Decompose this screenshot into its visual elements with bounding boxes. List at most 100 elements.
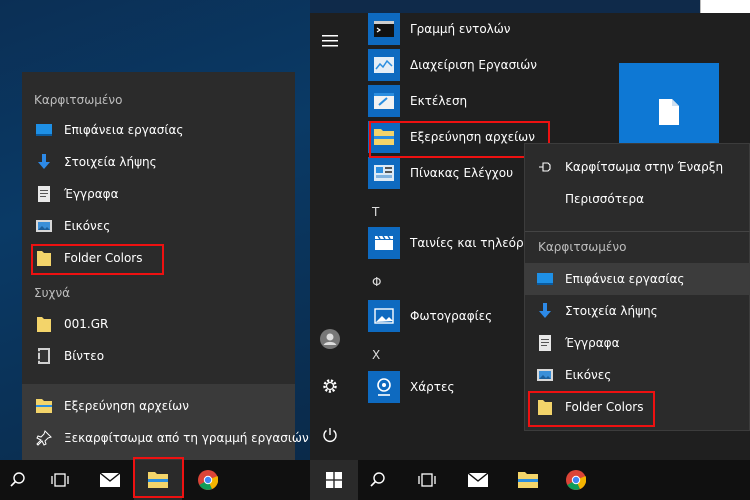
app-label: Χάρτες bbox=[410, 380, 455, 394]
highlight-box bbox=[31, 244, 164, 275]
user-button[interactable] bbox=[318, 328, 342, 352]
jump-item-001gr[interactable]: 001.GR bbox=[22, 308, 295, 340]
power-button[interactable] bbox=[318, 424, 342, 448]
menu-item-label: Επιφάνεια εργασίας bbox=[565, 272, 685, 286]
jump-item-label: Εικόνες bbox=[64, 219, 111, 233]
menu-more[interactable]: Περισσότερα bbox=[525, 183, 750, 215]
document-icon bbox=[36, 186, 52, 202]
jump-item-documents[interactable]: Έγγραφα bbox=[22, 178, 295, 210]
windows-logo-icon bbox=[326, 472, 342, 488]
app-task-manager[interactable]: Διαχείριση Εργασιών bbox=[368, 47, 537, 83]
control-panel-icon bbox=[368, 157, 400, 189]
taskbar bbox=[310, 460, 750, 500]
app-photos[interactable]: Φωτογραφίες bbox=[368, 298, 492, 334]
folder-icon bbox=[36, 316, 52, 332]
hamburger-icon bbox=[322, 34, 338, 50]
chrome-button[interactable] bbox=[184, 460, 232, 500]
document-icon bbox=[537, 335, 553, 351]
menu-item-label: Περισσότερα bbox=[565, 192, 644, 206]
menu-item-label: Εικόνες bbox=[565, 368, 612, 382]
context-menu: Καρφίτσωμα στην Έναρξη Περισσότερα Καρφι… bbox=[524, 143, 750, 431]
task-manager-icon bbox=[368, 49, 400, 81]
pinned-header: Καρφιτσωμένο bbox=[34, 93, 123, 107]
jump-item-label: Έγγραφα bbox=[64, 187, 119, 201]
settings-button[interactable] bbox=[318, 375, 342, 399]
mail-icon bbox=[468, 473, 488, 487]
jump-item-label: Επιφάνεια εργασίας bbox=[64, 123, 184, 137]
menu-pinned-downloads[interactable]: Στοιχεία λήψης bbox=[525, 295, 750, 327]
highlight-box bbox=[528, 391, 655, 427]
run-icon bbox=[368, 85, 400, 117]
search-button[interactable] bbox=[354, 460, 402, 500]
mail-button[interactable] bbox=[454, 460, 502, 500]
jump-item-desktop[interactable]: Επιφάνεια εργασίας bbox=[22, 114, 295, 146]
user-avatar-icon bbox=[320, 328, 340, 352]
window-edge bbox=[700, 0, 750, 13]
menu-pinned-documents[interactable]: Έγγραφα bbox=[525, 327, 750, 359]
document-icon bbox=[659, 98, 679, 128]
action-unpin[interactable]: Ξεκαρφίτσωμα από τη γραμμή εργασιών bbox=[22, 422, 309, 454]
search-icon bbox=[370, 472, 386, 488]
file-explorer-icon bbox=[36, 398, 52, 414]
file-explorer-taskbar-button[interactable] bbox=[504, 460, 552, 500]
jump-item-label: Βίντεο bbox=[64, 349, 105, 363]
file-explorer-icon bbox=[518, 472, 538, 488]
maps-icon bbox=[368, 371, 400, 403]
action-file-explorer[interactable]: Εξερεύνηση αρχείων bbox=[22, 390, 295, 422]
app-label: Γραμμή εντολών bbox=[410, 22, 511, 36]
jump-list-actions: Εξερεύνηση αρχείων Ξεκαρφίτσωμα από τη γ… bbox=[22, 384, 309, 460]
pictures-icon bbox=[537, 367, 553, 383]
menu-pinned-desktop[interactable]: Επιφάνεια εργασίας bbox=[525, 263, 750, 295]
task-view-button[interactable] bbox=[403, 460, 451, 500]
menu-pinned-pictures[interactable]: Εικόνες bbox=[525, 359, 750, 391]
chrome-icon bbox=[566, 470, 586, 490]
jump-item-videos[interactable]: Βίντεο bbox=[22, 340, 295, 372]
jump-item-label: 001.GR bbox=[64, 317, 109, 331]
highlight-box bbox=[133, 457, 184, 498]
app-run[interactable]: Εκτέλεση bbox=[368, 83, 467, 119]
app-label: Φωτογραφίες bbox=[410, 309, 493, 323]
photos-icon bbox=[368, 300, 400, 332]
app-maps[interactable]: Χάρτες bbox=[368, 369, 455, 405]
app-control-panel[interactable]: Πίνακας Ελέγχου bbox=[368, 155, 513, 191]
download-icon bbox=[537, 303, 553, 319]
task-view-button[interactable] bbox=[36, 460, 84, 500]
jump-item-pictures[interactable]: Εικόνες bbox=[22, 210, 295, 242]
blank-icon bbox=[537, 191, 553, 207]
pictures-icon bbox=[36, 218, 52, 234]
mail-icon bbox=[100, 473, 120, 487]
start-button[interactable] bbox=[310, 460, 358, 500]
jump-item-downloads[interactable]: Στοιχεία λήψης bbox=[22, 146, 295, 178]
menu-item-label: Στοιχεία λήψης bbox=[565, 304, 658, 318]
task-view-icon bbox=[417, 472, 437, 488]
download-icon bbox=[36, 154, 52, 170]
search-icon bbox=[10, 472, 26, 488]
gear-icon bbox=[321, 377, 339, 398]
letter-header-t[interactable]: Τ bbox=[372, 205, 379, 219]
power-icon bbox=[322, 427, 338, 446]
start-rail bbox=[310, 13, 350, 460]
jump-item-label: Στοιχεία λήψης bbox=[64, 155, 157, 169]
app-label: Διαχείριση Εργασιών bbox=[410, 58, 537, 72]
app-movies-tv[interactable]: Ταινίες και τηλεόραση bbox=[368, 225, 547, 261]
movies-icon bbox=[368, 227, 400, 259]
desktop-icon bbox=[36, 122, 52, 138]
action-label: Εξερεύνηση αρχείων bbox=[64, 399, 189, 413]
cmd-icon bbox=[368, 13, 400, 45]
task-view-icon bbox=[50, 472, 70, 488]
hamburger-button[interactable] bbox=[318, 30, 342, 54]
app-command-prompt[interactable]: Γραμμή εντολών bbox=[368, 11, 511, 47]
desktop-icon bbox=[537, 271, 553, 287]
letter-header-f[interactable]: Φ bbox=[372, 275, 381, 289]
menu-separator bbox=[525, 231, 750, 232]
app-label: Πίνακας Ελέγχου bbox=[410, 166, 514, 180]
chrome-icon bbox=[198, 470, 218, 490]
mail-button[interactable] bbox=[86, 460, 134, 500]
letter-header-x[interactable]: Χ bbox=[372, 348, 380, 362]
highlight-box bbox=[369, 121, 550, 158]
video-icon bbox=[36, 348, 52, 364]
menu-pin-to-start[interactable]: Καρφίτσωμα στην Έναρξη bbox=[525, 151, 750, 183]
pinned-header: Καρφιτσωμένο bbox=[538, 240, 627, 254]
app-label: Εκτέλεση bbox=[410, 94, 468, 108]
chrome-button[interactable] bbox=[552, 460, 600, 500]
